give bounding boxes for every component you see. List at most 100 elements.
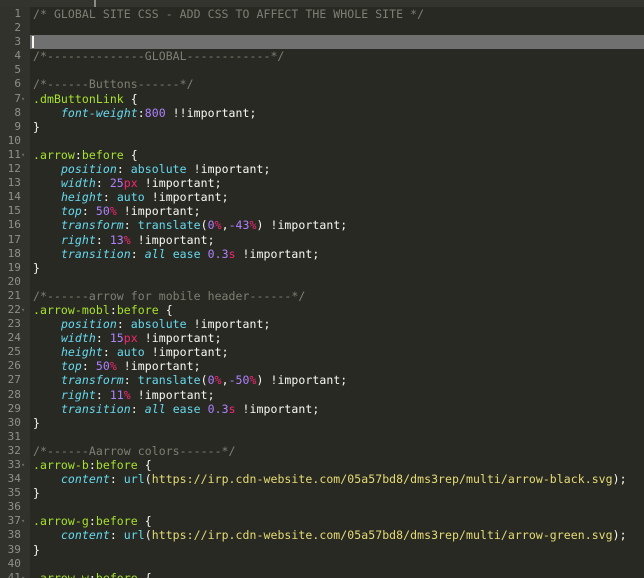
code-line-text[interactable] xyxy=(30,63,644,77)
code-line[interactable]: 16 transform: translate(0%,-43%) !import… xyxy=(0,218,644,232)
fold-toggle-icon[interactable]: ▾ xyxy=(21,514,30,528)
code-line[interactable]: 29 transition: all ease 0.3s !important; xyxy=(0,402,644,416)
code-line-text[interactable]: .arrow-b:before { xyxy=(30,458,644,472)
token-c: /*--------------GLOBAL------------*/ xyxy=(33,49,284,63)
code-line[interactable]: 39} xyxy=(0,543,644,557)
code-line[interactable]: 9} xyxy=(0,120,644,134)
code-line-text[interactable] xyxy=(30,21,644,35)
code-line[interactable]: 35} xyxy=(0,486,644,500)
code-line-text[interactable]: right: 13% !important; xyxy=(30,233,644,247)
code-line-text[interactable]: } xyxy=(30,486,644,500)
code-line[interactable]: 27 transform: translate(0%,-50%) !import… xyxy=(0,373,644,387)
code-line[interactable]: 33▾.arrow-b:before { xyxy=(0,458,644,472)
code-line-text[interactable]: /*------Buttons------*/ xyxy=(30,77,644,91)
code-line[interactable]: 41▾.arrow-w:before { xyxy=(0,571,644,578)
code-line-text[interactable] xyxy=(30,275,644,289)
code-line-text[interactable]: top: 50% !important; xyxy=(30,204,644,218)
code-line[interactable]: 37▾.arrow-g:before { xyxy=(0,514,644,528)
code-line[interactable]: 10 xyxy=(0,134,644,148)
code-line[interactable]: 26 top: 50% !important; xyxy=(0,359,644,373)
code-line-text[interactable] xyxy=(30,430,644,444)
code-line[interactable]: 38 content: url(https://irp.cdn-website.… xyxy=(0,528,644,542)
code-line-text[interactable]: right: 11% !important; xyxy=(30,388,644,402)
code-line[interactable]: 13 width: 25px !important; xyxy=(0,176,644,190)
code-line[interactable]: 2 xyxy=(0,21,644,35)
code-line-text[interactable]: transform: translate(0%,-43%) !important… xyxy=(30,218,644,232)
fold-toggle-icon[interactable]: ▾ xyxy=(21,303,30,317)
code-line-text[interactable]: .arrow-g:before { xyxy=(30,514,644,528)
code-line-text[interactable]: font-weight:800 !!important; xyxy=(30,106,644,120)
code-line-text[interactable]: .arrow-mobl:before { xyxy=(30,303,644,317)
code-line[interactable]: 40 xyxy=(0,557,644,571)
code-line-text[interactable] xyxy=(30,500,644,514)
token-pn: : xyxy=(110,528,124,542)
code-line[interactable]: 11▾.arrow:before { xyxy=(0,148,644,162)
code-line-text[interactable]: /*------Aarrow colors------*/ xyxy=(30,444,644,458)
code-line[interactable]: 18 transition: all ease 0.3s !important; xyxy=(0,247,644,261)
code-line[interactable]: 31 xyxy=(0,430,644,444)
fold-toggle-icon[interactable]: ▾ xyxy=(21,458,30,472)
code-line[interactable]: 1/* GLOBAL SITE CSS - ADD CSS TO AFFECT … xyxy=(0,7,644,21)
code-line[interactable]: 22▾.arrow-mobl:before { xyxy=(0,303,644,317)
code-line-text[interactable]: content: url(https://irp.cdn-website.com… xyxy=(30,528,644,542)
code-line-text[interactable]: .arrow-w:before { xyxy=(30,571,644,578)
code-line-text[interactable]: } xyxy=(30,261,644,275)
code-line-text[interactable]: top: 50% !important; xyxy=(30,359,644,373)
code-line-text[interactable]: .dmButtonLink { xyxy=(30,92,644,106)
code-line[interactable]: 28 right: 11% !important; xyxy=(0,388,644,402)
token-num: 25 xyxy=(110,176,124,190)
editor-lines[interactable]: 1/* GLOBAL SITE CSS - ADD CSS TO AFFECT … xyxy=(0,7,644,578)
code-line[interactable]: 3 xyxy=(0,35,644,49)
code-line-text[interactable]: .arrow:before { xyxy=(30,148,644,162)
code-line[interactable]: 7▾.dmButtonLink { xyxy=(0,92,644,106)
line-number: 28 xyxy=(0,388,30,402)
code-line[interactable]: 19} xyxy=(0,261,644,275)
code-line-text[interactable]: height: auto !important; xyxy=(30,190,644,204)
code-line-text[interactable]: transition: all ease 0.3s !important; xyxy=(30,402,644,416)
fold-toggle-icon[interactable]: ▾ xyxy=(21,571,30,578)
code-line-text[interactable]: content: url(https://irp.cdn-website.com… xyxy=(30,472,644,486)
code-line-text[interactable]: position: absolute !important; xyxy=(30,162,644,176)
code-line[interactable]: 8 font-weight:800 !!important; xyxy=(0,106,644,120)
code-line[interactable]: 32/*------Aarrow colors------*/ xyxy=(0,444,644,458)
token-pn: : xyxy=(131,247,145,261)
code-line[interactable]: 4/*--------------GLOBAL------------*/ xyxy=(0,49,644,63)
code-line[interactable]: 20 xyxy=(0,275,644,289)
code-line-text[interactable]: transition: all ease 0.3s !important; xyxy=(30,247,644,261)
code-line[interactable]: 30} xyxy=(0,416,644,430)
code-line-text[interactable] xyxy=(30,557,644,571)
fold-toggle-icon[interactable]: ▾ xyxy=(21,92,30,106)
code-line[interactable]: 23 position: absolute !important; xyxy=(0,317,644,331)
code-line-text[interactable] xyxy=(30,35,644,49)
code-line-text[interactable]: height: auto !important; xyxy=(30,345,644,359)
code-line[interactable]: 34 content: url(https://irp.cdn-website.… xyxy=(0,472,644,486)
code-line[interactable]: 14 height: auto !important; xyxy=(0,190,644,204)
code-line[interactable]: 5 xyxy=(0,63,644,77)
code-line-text[interactable]: width: 25px !important; xyxy=(30,176,644,190)
token-pn: !important; xyxy=(187,162,271,176)
fold-toggle-icon[interactable]: ▾ xyxy=(21,148,30,162)
code-line[interactable]: 36 xyxy=(0,500,644,514)
code-line-text[interactable]: position: absolute !important; xyxy=(30,317,644,331)
token-pn xyxy=(33,190,61,204)
token-pn: : xyxy=(117,317,131,331)
token-pn: ( xyxy=(145,528,152,542)
code-line-text[interactable]: } xyxy=(30,120,644,134)
code-line-text[interactable]: /*--------------GLOBAL------------*/ xyxy=(30,49,644,63)
code-line-text[interactable] xyxy=(30,134,644,148)
code-line[interactable]: 12 position: absolute !important; xyxy=(0,162,644,176)
code-line-text[interactable]: } xyxy=(30,543,644,557)
code-line[interactable]: 17 right: 13% !important; xyxy=(0,233,644,247)
code-line[interactable]: 21/*------arrow for mobile header------*… xyxy=(0,289,644,303)
code-line-text[interactable]: transform: translate(0%,-50%) !important… xyxy=(30,373,644,387)
code-line[interactable]: 25 height: auto !important; xyxy=(0,345,644,359)
token-c: /* GLOBAL SITE CSS - ADD CSS TO AFFECT T… xyxy=(33,7,424,21)
css-code-editor[interactable]: 1/* GLOBAL SITE CSS - ADD CSS TO AFFECT … xyxy=(0,0,644,578)
code-line[interactable]: 15 top: 50% !important; xyxy=(0,204,644,218)
code-line[interactable]: 24 width: 15px !important; xyxy=(0,331,644,345)
code-line-text[interactable]: width: 15px !important; xyxy=(30,331,644,345)
code-line[interactable]: 6/*------Buttons------*/ xyxy=(0,77,644,91)
code-line-text[interactable]: /*------arrow for mobile header------*/ xyxy=(30,289,644,303)
code-line-text[interactable]: /* GLOBAL SITE CSS - ADD CSS TO AFFECT T… xyxy=(30,7,644,21)
code-line-text[interactable]: } xyxy=(30,416,644,430)
